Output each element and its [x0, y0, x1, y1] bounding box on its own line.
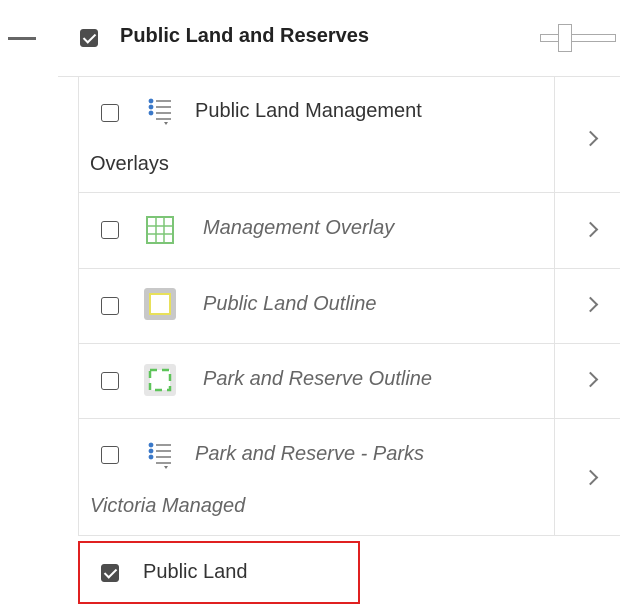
yellow-outline-icon — [144, 288, 176, 320]
public-land-label[interactable]: Public Land — [143, 561, 248, 584]
chevron-right-icon[interactable] — [582, 130, 599, 147]
group-checkbox[interactable] — [80, 29, 98, 47]
chevron-right-icon[interactable] — [582, 469, 599, 486]
chevron-right-icon[interactable] — [582, 221, 599, 238]
opacity-slider-thumb[interactable] — [558, 24, 572, 52]
indent-divider — [78, 76, 79, 535]
divider — [78, 418, 620, 419]
layer-label: Public Land Management — [195, 100, 422, 122]
opacity-slider-track[interactable] — [540, 34, 616, 42]
layer-label: Public Land Outline — [203, 293, 377, 315]
legend-list-icon — [148, 98, 171, 125]
divider — [58, 76, 620, 77]
chevron-right-icon[interactable] — [582, 371, 599, 388]
column-divider — [554, 76, 555, 535]
grid-fill-icon — [146, 216, 174, 244]
legend-list-icon — [148, 442, 171, 469]
layer-checkbox[interactable] — [101, 221, 119, 239]
layer-label-cont: Victoria Managed — [90, 495, 246, 517]
public-land-checkbox[interactable] — [101, 564, 119, 582]
chevron-right-icon[interactable] — [582, 296, 599, 313]
layer-label: Park and Reserve - Parks — [195, 443, 424, 465]
divider — [78, 268, 620, 269]
layer-checkbox[interactable] — [101, 104, 119, 122]
layer-label: Park and Reserve Outline — [203, 368, 433, 390]
layer-checkbox[interactable] — [101, 372, 119, 390]
layer-label-cont: Overlays — [90, 153, 169, 175]
layer-checkbox[interactable] — [101, 297, 119, 315]
group-title: Public Land and Reserves — [120, 25, 369, 47]
divider — [78, 343, 620, 344]
minus-icon[interactable] — [8, 37, 36, 40]
layer-checkbox[interactable] — [101, 446, 119, 464]
divider — [78, 535, 620, 536]
green-dashed-outline-icon — [144, 364, 176, 396]
divider — [78, 192, 620, 193]
layer-label: Management Overlay — [203, 217, 395, 239]
